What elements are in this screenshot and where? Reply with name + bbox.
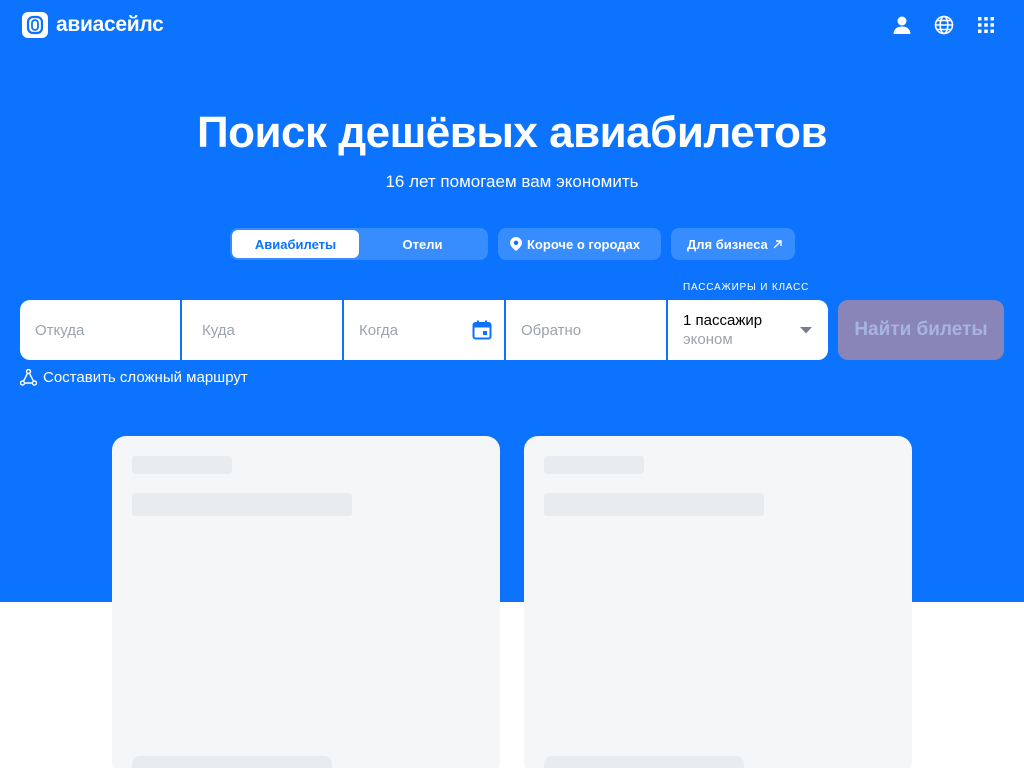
departure-date-field[interactable]: Когда [344,300,504,360]
skeleton-line [132,493,352,516]
skeleton-card [112,436,500,768]
skeleton-line [132,756,332,768]
chevron-down-icon [800,327,812,334]
page-title: Поиск дешёвых авиабилетов [196,108,828,157]
complex-route-label: Составить сложный маршрут [43,369,248,386]
destination-field[interactable]: Куда [182,300,342,360]
route-icon [20,369,37,386]
origin-field[interactable]: Откуда [20,300,180,360]
destination-placeholder: Куда [202,321,235,339]
logo[interactable]: авиасейлс [22,12,164,38]
passengers-caption: ПАССАЖИРЫ И КЛАСС [683,282,810,293]
skeleton-line [544,493,764,516]
skeleton-line [132,456,232,474]
business-link[interactable]: Для бизнеса [671,228,795,260]
skeleton-line [544,756,744,768]
search-button[interactable]: Найти билеты [838,300,1004,360]
return-date-field[interactable]: Обратно [506,300,666,360]
calendar-icon[interactable] [472,320,492,340]
apps-grid-icon[interactable] [974,13,998,37]
class-value: эконом [683,331,733,348]
external-arrow-icon [773,239,782,248]
skeleton-line [544,456,644,474]
page-subtitle: 16 лет помогаем вам экономить [385,172,639,191]
product-tabs: Авиабилеты Отели [230,228,488,260]
cities-link-label: Короче о городах [527,236,640,252]
complex-route-link[interactable]: Составить сложный маршрут [20,369,248,386]
globe-icon[interactable] [932,13,956,37]
passengers-class-selector[interactable]: 1 пассажир эконом [668,300,828,360]
logo-icon [22,12,48,38]
origin-placeholder: Откуда [35,321,85,339]
profile-icon[interactable] [890,13,914,37]
cities-link[interactable]: Короче о городах [498,228,661,260]
business-link-label: Для бизнеса [687,236,768,252]
tab-hotels[interactable]: Отели [359,230,486,258]
map-pin-icon [510,237,522,251]
return-date-placeholder: Обратно [521,321,582,339]
skeleton-card [524,436,912,768]
tab-flights[interactable]: Авиабилеты [232,230,359,258]
departure-date-placeholder: Когда [359,321,398,339]
logo-text: авиасейлс [56,13,164,36]
passengers-value: 1 пассажир [683,312,763,329]
